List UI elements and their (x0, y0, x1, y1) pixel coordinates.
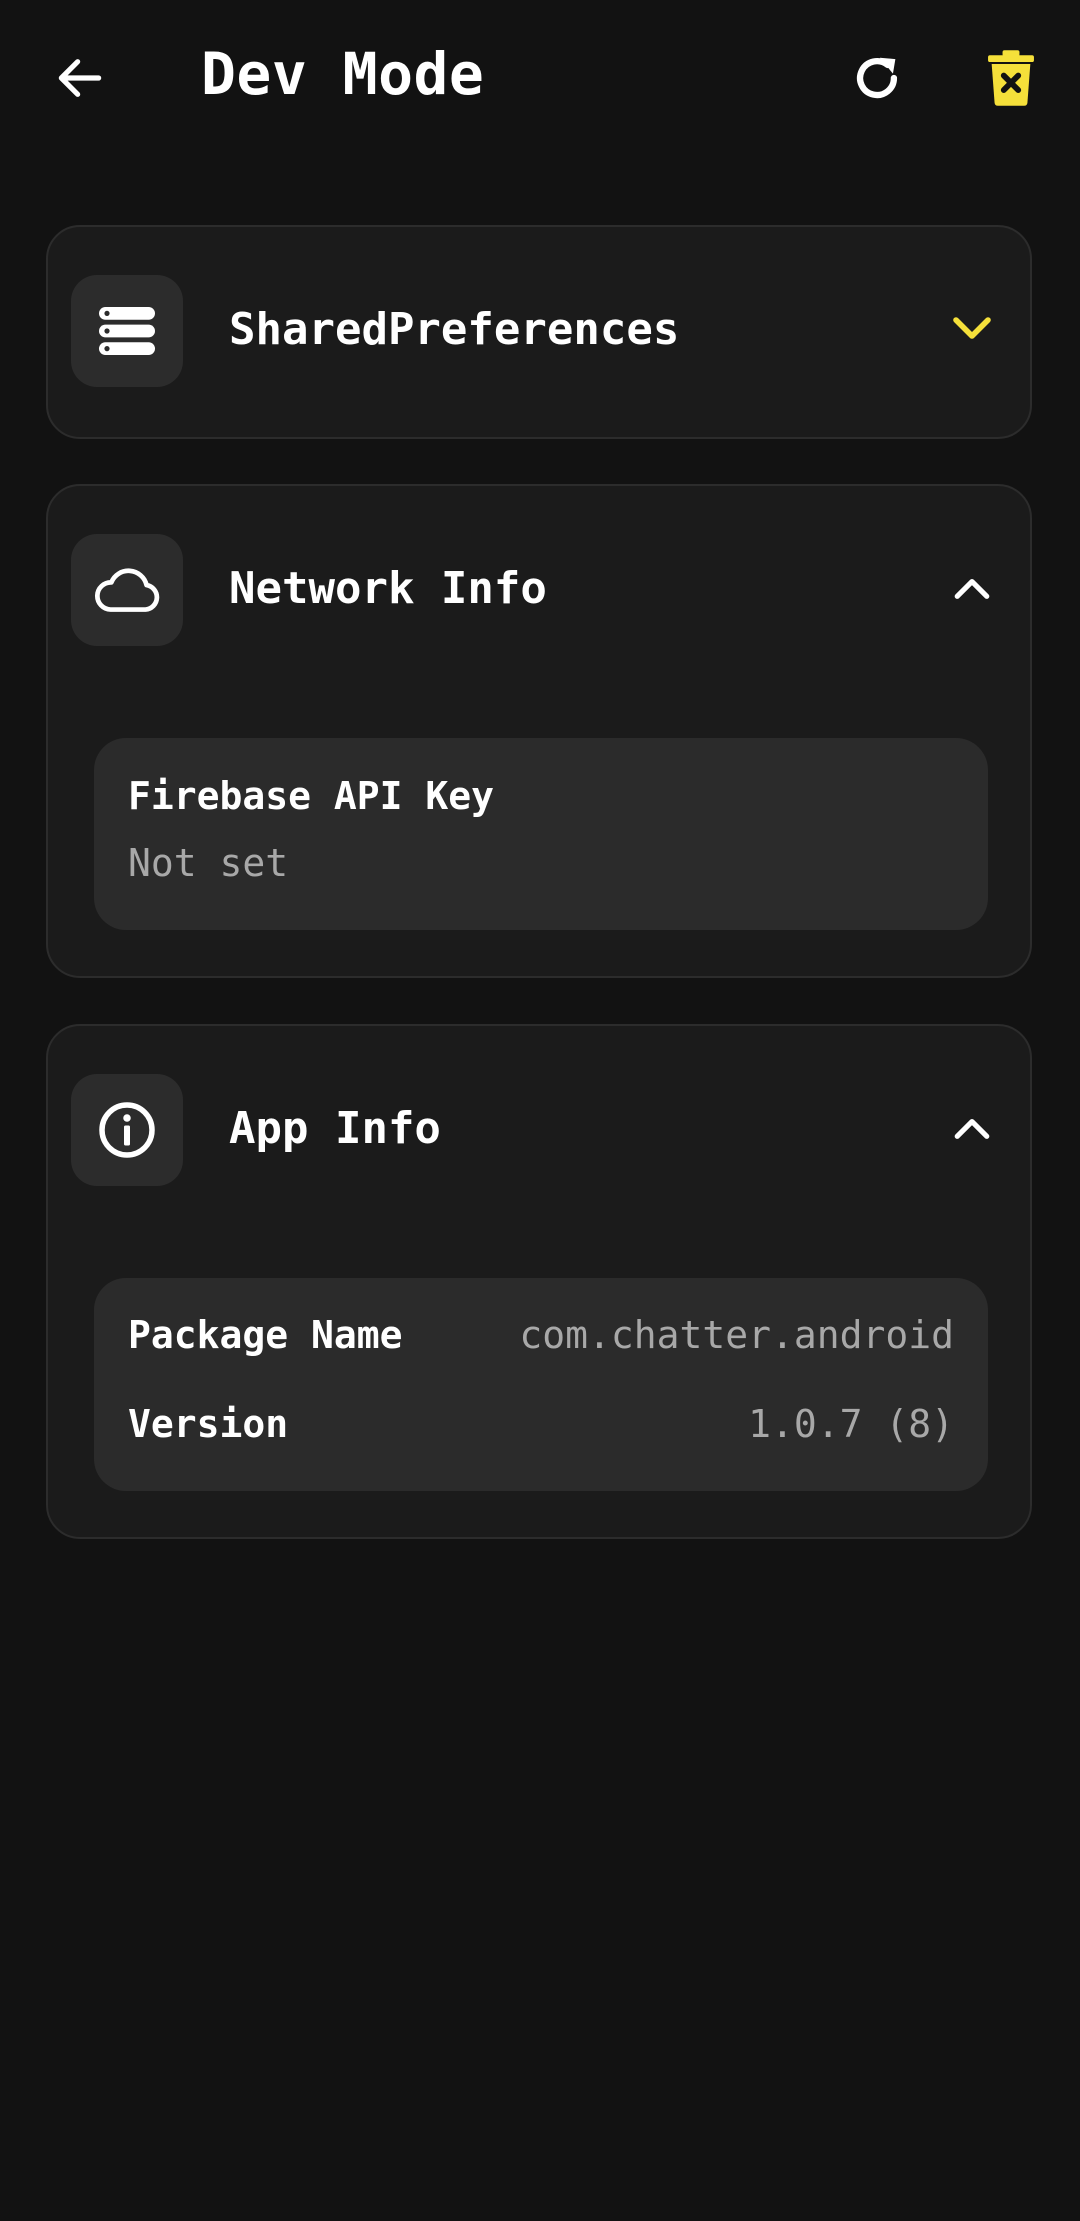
refresh-button[interactable] (837, 38, 917, 118)
collapse-toggle[interactable] (942, 1098, 1002, 1158)
chevron-down-icon (953, 317, 991, 339)
page-title: Dev Mode (201, 40, 485, 108)
storage-icon (99, 307, 155, 355)
chevron-up-icon (954, 1118, 990, 1139)
card-icon-container (71, 275, 183, 387)
version-label: Version (128, 1402, 289, 1446)
expand-toggle[interactable] (942, 299, 1002, 359)
network-info-header[interactable]: Network Info (48, 486, 1030, 696)
cloud-icon (94, 568, 160, 612)
firebase-api-key-label: Firebase API Key (128, 774, 495, 818)
chevron-up-icon (954, 578, 990, 599)
firebase-key-panel: Firebase API Key Not set (94, 738, 988, 930)
network-info-title: Network Info (229, 563, 547, 614)
network-info-card: Network Info Firebase API Key Not set (46, 484, 1032, 978)
firebase-api-key-value: Not set (128, 841, 289, 885)
back-button[interactable] (40, 38, 120, 118)
clear-data-button[interactable] (971, 38, 1051, 118)
app-info-panel: Package Name com.chatter.android Version… (94, 1278, 988, 1491)
card-icon-container (71, 1074, 183, 1186)
arrow-left-icon (58, 59, 102, 97)
trash-x-icon (988, 50, 1034, 106)
app-info-card: App Info Package Name com.chatter.androi… (46, 1024, 1032, 1539)
shared-preferences-card: SharedPreferences (46, 225, 1032, 439)
shared-preferences-header[interactable]: SharedPreferences (48, 227, 1030, 437)
card-icon-container (71, 534, 183, 646)
app-info-header[interactable]: App Info (48, 1026, 1030, 1236)
package-name-value: com.chatter.android (519, 1313, 954, 1357)
refresh-icon (856, 57, 898, 99)
app-bar: Dev Mode (0, 0, 1080, 150)
shared-preferences-title: SharedPreferences (229, 304, 680, 355)
info-icon (99, 1102, 155, 1158)
collapse-toggle[interactable] (942, 558, 1002, 618)
version-value: 1.0.7 (8) (748, 1402, 954, 1446)
app-info-title: App Info (229, 1103, 441, 1154)
package-name-label: Package Name (128, 1313, 403, 1357)
